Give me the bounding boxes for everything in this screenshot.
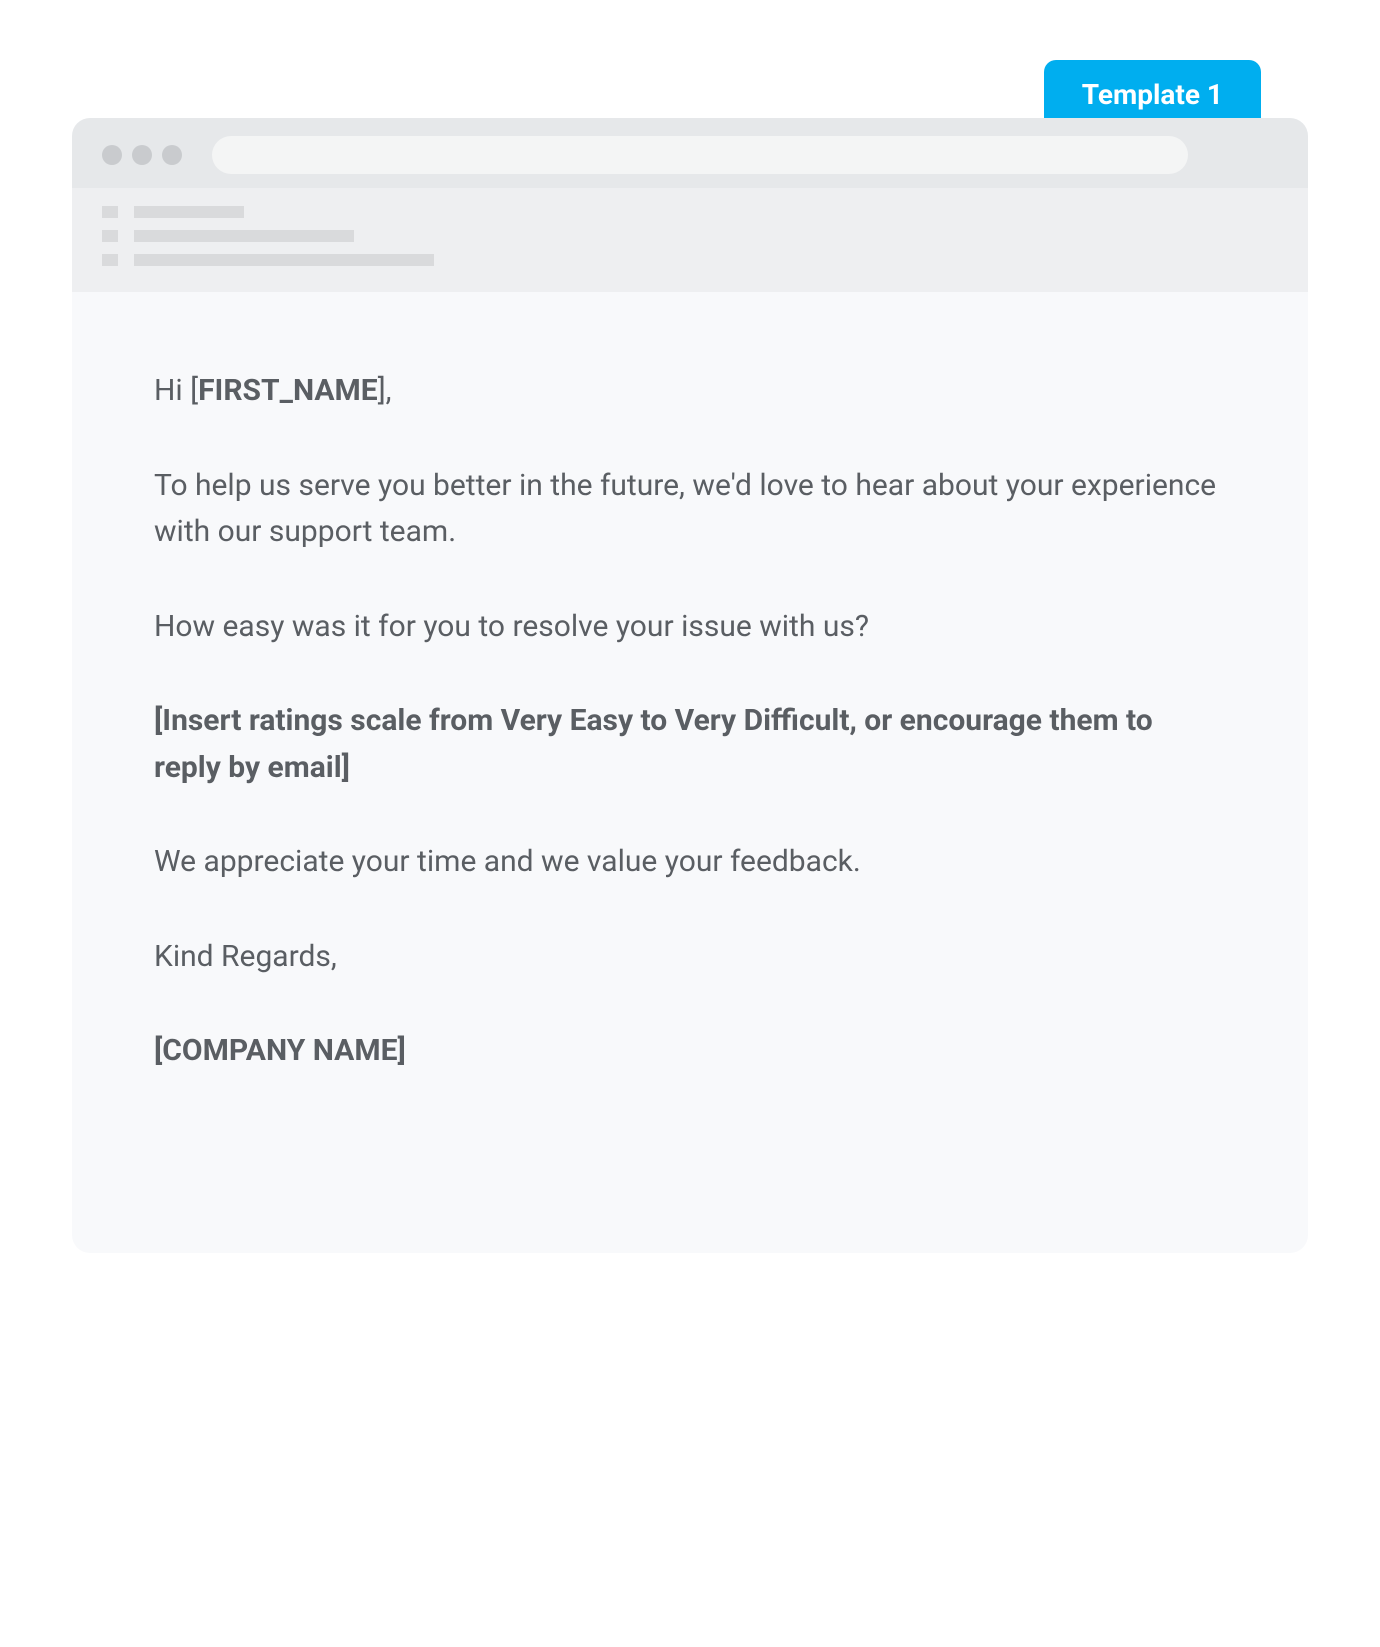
window-titlebar: [72, 118, 1308, 188]
email-header-placeholder: [72, 188, 1308, 292]
body-paragraph-2: How easy was it for you to resolve your …: [154, 604, 1226, 651]
placeholder-icon: [102, 230, 118, 242]
greeting-suffix: ],: [378, 373, 392, 408]
placeholder-bar: [134, 206, 244, 218]
placeholder-icon: [102, 206, 118, 218]
close-icon: [102, 145, 122, 165]
address-bar: [212, 136, 1188, 174]
browser-window: Hi [FIRST_NAME], To help us serve you be…: [72, 118, 1308, 1253]
window-controls: [102, 145, 182, 165]
email-body: Hi [FIRST_NAME], To help us serve you be…: [72, 292, 1308, 1253]
placeholder-bar: [134, 254, 434, 266]
placeholder-icon: [102, 254, 118, 266]
company-name-token: [COMPANY NAME]: [154, 1028, 1226, 1075]
greeting-line: Hi [FIRST_NAME],: [154, 368, 1226, 415]
ratings-placeholder: [Insert ratings scale from Very Easy to …: [154, 698, 1226, 791]
placeholder-row: [102, 254, 1278, 266]
minimize-icon: [132, 145, 152, 165]
signoff: Kind Regards,: [154, 934, 1226, 981]
template-tab-label: Template 1: [1082, 78, 1223, 111]
maximize-icon: [162, 145, 182, 165]
body-paragraph-4: We appreciate your time and we value you…: [154, 839, 1226, 886]
body-paragraph-1: To help us serve you better in the futur…: [154, 463, 1226, 556]
placeholder-row: [102, 230, 1278, 242]
placeholder-row: [102, 206, 1278, 218]
greeting-prefix: Hi [: [154, 373, 198, 408]
greeting-name-token: FIRST_NAME: [198, 373, 378, 408]
placeholder-bar: [134, 230, 354, 242]
